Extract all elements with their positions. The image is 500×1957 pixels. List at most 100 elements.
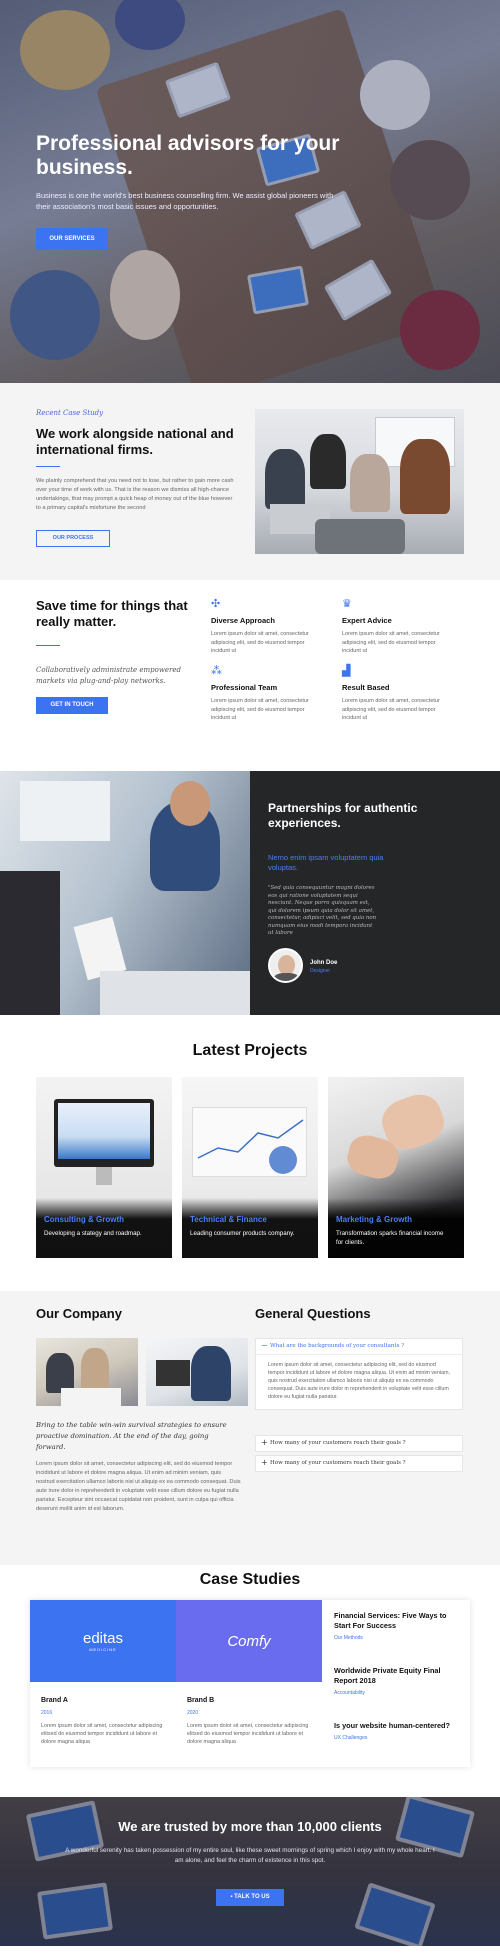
brand-text: Lorem ipsum dolor sit amet, consectetur … (41, 1723, 163, 1745)
trust-text: A wonderful serenity has taken possessio… (65, 1847, 435, 1864)
network-icon: ✣ (211, 598, 221, 610)
feature-text: Lorem ipsum dolor sit amet, consectetur … (342, 698, 440, 721)
company-photo (36, 1338, 138, 1406)
faq-question-text: How many of your customers reach their g… (270, 1460, 406, 1466)
screen-image (58, 1103, 150, 1159)
company-section: Our Company General Questions Bring to t… (0, 1291, 500, 1565)
get-in-touch-button[interactable]: GET IN TOUCH (36, 697, 108, 714)
faq-item[interactable]: − What are the backgrounds of your consul… (255, 1338, 463, 1410)
monitor-stand (96, 1167, 112, 1185)
divider (36, 466, 60, 467)
project-card[interactable]: Marketing & Growth Transformation sparks… (328, 1077, 464, 1258)
faq-item[interactable]: + How many of your customers reach their … (255, 1435, 463, 1452)
case-study-tag[interactable]: UX Challenges (334, 1735, 458, 1741)
person-face-image (170, 781, 210, 826)
our-process-button[interactable]: OUR PROCESS (36, 530, 110, 547)
feature-title: Professional Team (211, 683, 278, 692)
brand-name: Brand A (41, 1697, 68, 1704)
table-image (315, 519, 405, 554)
project-category: Marketing & Growth (336, 1215, 413, 1224)
feature-expert-advice: ♛ Expert Advice Lorem ipsum dolor sit am… (342, 598, 452, 656)
brand-year: 2016 (41, 1710, 53, 1716)
person-image (310, 434, 346, 489)
save-time-section: Save time for things that really matter.… (0, 580, 500, 771)
faq-question[interactable]: − What are the backgrounds of your consul… (256, 1339, 462, 1354)
faq-answer: Lorem ipsum dolor sit amet, consectetur … (256, 1354, 462, 1409)
case-study-link[interactable]: Worldwide Private Equity Final Report 20… (334, 1666, 458, 1696)
case-studies-section: Case Studies editas MEDICINE Brand A 201… (0, 1565, 500, 1797)
company-title: Our Company (36, 1306, 122, 1321)
project-category: Consulting & Growth (44, 1215, 124, 1224)
case-study-link-title[interactable]: Financial Services: Five Ways to Start F… (334, 1611, 458, 1631)
feature-text: Lorem ipsum dolor sit amet, consectetur … (211, 698, 309, 721)
person-image (265, 449, 305, 509)
brand-card[interactable]: editas MEDICINE Brand A 2016 Lorem ipsum… (30, 1600, 176, 1746)
hero-section: Professional advisors for your business.… (0, 0, 500, 383)
project-category: Technical & Finance (190, 1215, 267, 1224)
feature-title: Expert Advice (342, 616, 392, 625)
save-time-quote: Collaboratively administrate empowered m… (36, 666, 181, 685)
project-desc: Developing a stategy and roadmap. (44, 1230, 142, 1237)
project-desc: Transformation sparks financial income f… (336, 1230, 444, 1246)
case-study-tag[interactable]: Accountability (334, 1690, 458, 1696)
feature-professional-team: ⁂ Professional Team Lorem ipsum dolor si… (211, 665, 321, 723)
case-study-eyebrow: Recent Case Study (36, 409, 104, 417)
case-study-link-title[interactable]: Is your website human-centered? (334, 1721, 458, 1731)
talk-to-us-button[interactable]: ▪ TALK TO US (216, 1889, 284, 1906)
paper-image (61, 1388, 121, 1406)
questions-title: General Questions (255, 1306, 371, 1321)
line-chart-image (197, 1119, 304, 1174)
person-image (46, 1353, 74, 1393)
author-role: Designer (310, 968, 331, 974)
our-services-button[interactable]: OUR SERVICES (36, 228, 108, 250)
case-study-link-title[interactable]: Worldwide Private Equity Final Report 20… (334, 1666, 458, 1686)
case-study-link[interactable]: Financial Services: Five Ways to Start F… (334, 1611, 458, 1641)
shelf-image (20, 781, 110, 841)
feature-title: Result Based (342, 683, 390, 692)
company-body: Lorem ipsum dolor sit amet, consectetur … (36, 1461, 241, 1512)
brand-name: Brand B (187, 1697, 215, 1704)
brand-card[interactable]: Comfy Brand B 2020 Lorem ipsum dolor sit… (176, 1600, 322, 1746)
plus-icon: + (261, 1438, 268, 1447)
person-image (81, 1348, 109, 1393)
team-meeting-photo (255, 409, 464, 554)
faq-item[interactable]: + How many of your customers reach their … (255, 1455, 463, 1472)
office-photo (0, 771, 250, 1015)
project-shade (36, 1198, 172, 1258)
project-card[interactable]: Consulting & Growth Developing a stategy… (36, 1077, 172, 1258)
project-desc: Leading consumer products company. (190, 1230, 295, 1237)
brand-year: 2020 (187, 1710, 199, 1716)
logo-text: Comfy (227, 1632, 271, 1650)
divider (36, 645, 60, 646)
feature-text: Lorem ipsum dolor sit amet, consectetur … (342, 631, 440, 654)
hero-subtitle: Business is one the world's best busines… (36, 191, 334, 211)
faq-question[interactable]: + How many of your customers reach their … (256, 1456, 462, 1471)
case-study-body: We plainly comprehend that you need not … (36, 478, 234, 511)
logo-text: editas (82, 1630, 124, 1647)
project-card[interactable]: Technical & Finance Leading consumer pro… (182, 1077, 318, 1258)
partnership-title: Partnerships for authentic experiences. (268, 801, 418, 830)
author-name: John Doe (310, 960, 338, 966)
case-study-link[interactable]: Is your website human-centered? UX Chall… (334, 1721, 458, 1741)
feature-text: Lorem ipsum dolor sit amet, consectetur … (211, 631, 309, 654)
case-study-tag[interactable]: Our Methods (334, 1635, 458, 1641)
person-image (0, 871, 60, 1015)
talk-to-us-label: TALK TO US (234, 1894, 270, 1900)
company-quote: Bring to the table win-win survival stra… (36, 1421, 227, 1451)
faq-question-text: How many of your customers reach their g… (270, 1440, 406, 1446)
faq-question-text: What are the backgrounds of your consult… (270, 1343, 405, 1349)
hero-title: Professional advisors for your business. (36, 132, 340, 179)
minus-icon: − (261, 1341, 268, 1350)
feature-diverse-approach: ✣ Diverse Approach Lorem ipsum dolor sit… (211, 598, 321, 656)
chart-paper-image (192, 1107, 307, 1177)
desk-image (100, 971, 250, 1015)
person-image (400, 439, 450, 514)
plus-icon: + (261, 1458, 268, 1467)
partnership-section: Partnerships for authentic experiences. … (0, 771, 500, 1015)
case-study-title: We work alongside national and internati… (36, 426, 234, 457)
projects-title: Latest Projects (192, 1042, 308, 1059)
partnership-subtitle: Nemo enim ipsam voluptatem quia voluptas… (268, 853, 384, 872)
project-shade (328, 1198, 464, 1258)
case-studies-title: Case Studies (199, 1571, 301, 1588)
faq-question[interactable]: + How many of your customers reach their … (256, 1436, 462, 1451)
